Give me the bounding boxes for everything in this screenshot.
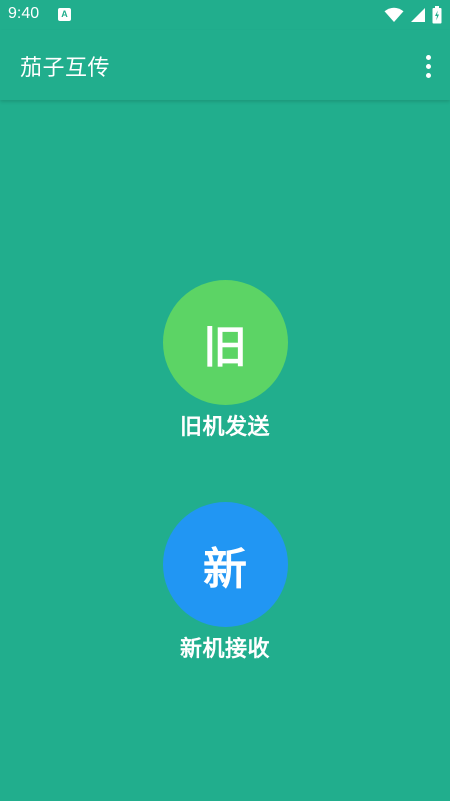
more-vert-icon[interactable] [420, 52, 436, 80]
app-bar: 茄子互传 [0, 30, 450, 100]
new-device-glyph: 新 [203, 543, 247, 595]
old-device-glyph: 旧 [203, 321, 247, 373]
notification-icon: A [58, 8, 71, 21]
battery-icon [432, 6, 442, 24]
signal-icon [411, 8, 425, 22]
old-device-circle[interactable]: 旧 [162, 280, 288, 405]
status-bar: 9:40 A [0, 0, 450, 30]
wifi-icon [384, 7, 404, 22]
status-icons [384, 5, 442, 25]
new-device-receive-button[interactable]: 新 新机接收 [0, 502, 450, 663]
notification-icon-label: A [61, 9, 68, 19]
new-device-circle[interactable]: 新 [162, 502, 288, 627]
app-title: 茄子互传 [20, 56, 111, 81]
new-device-label: 新机接收 [179, 637, 270, 662]
status-time: 9:40 [8, 5, 40, 22]
screen: 9:40 A 茄子互传 旧 旧机发送 新 新机接收 [0, 0, 450, 801]
old-device-label: 旧机发送 [179, 415, 270, 440]
old-device-send-button[interactable]: 旧 旧机发送 [0, 280, 450, 441]
